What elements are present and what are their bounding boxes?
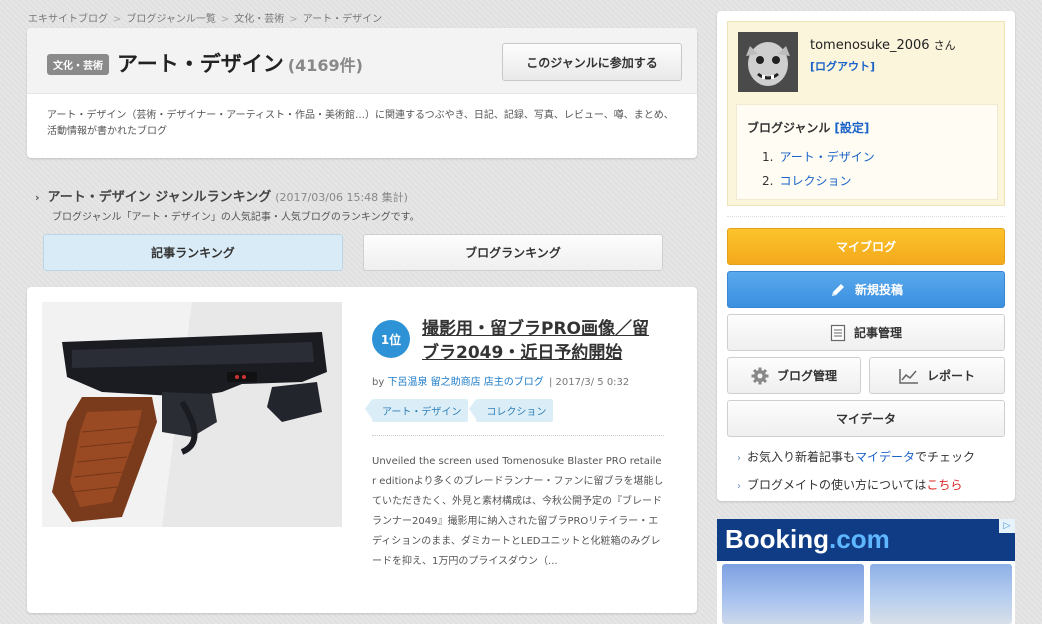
- article-thumbnail[interactable]: [42, 302, 342, 527]
- list-item: › お気入り新着記事もマイデータでチェック: [737, 444, 975, 472]
- pencil-icon: [831, 283, 844, 296]
- breadcrumb-item: アート・デザイン: [302, 14, 383, 25]
- tag-item[interactable]: コレクション: [469, 399, 554, 422]
- ranking-title: アート・デザイン ジャンルランキング: [47, 190, 272, 205]
- link-text: ブログメイトの使い方については: [747, 478, 927, 492]
- chevron-right-icon: ›: [737, 481, 741, 492]
- article-manage-label: 記事管理: [853, 326, 902, 340]
- genre-link-art-design[interactable]: アート・デザイン: [779, 150, 874, 164]
- report-button[interactable]: レポート: [869, 357, 1005, 394]
- list-number: 1.: [762, 150, 774, 164]
- divider: [727, 216, 1005, 217]
- ad-header: Booking.com ▷: [717, 519, 1015, 561]
- link-text: でチェック: [915, 450, 976, 464]
- article-card: 1位 撮影用・留ブラPRO画像／留ブラ2049・近日予約開始 by 下呂温泉 留…: [27, 287, 697, 613]
- logout-link[interactable]: [ログアウト]: [810, 58, 875, 74]
- here-link[interactable]: こちら: [926, 478, 962, 492]
- list-item: 2. コレクション: [762, 169, 875, 193]
- username: tomenosuke_2006 さん: [810, 37, 956, 53]
- breadcrumb: エキサイトブログ > ブログジャンル一覧 > 文化・芸術 > アート・デザイン: [28, 10, 382, 25]
- genre-count: (4169件): [287, 56, 363, 75]
- new-post-button[interactable]: 新規投稿: [727, 271, 1005, 308]
- blog-manage-label: ブログ管理: [776, 369, 837, 383]
- avatar-image: [738, 32, 798, 92]
- report-label: レポート: [926, 369, 975, 383]
- breadcrumb-item[interactable]: エキサイトブログ: [28, 14, 108, 25]
- logo-text: Booking: [725, 524, 829, 554]
- logo-com: com: [836, 524, 890, 554]
- genre-header: 文化・芸術 アート・デザイン (4169件) このジャンルに参加する: [27, 28, 697, 94]
- list-item: › ブログメイトの使い方についてはこちら: [737, 472, 975, 500]
- byline-by: by: [372, 377, 385, 388]
- ad-image[interactable]: [870, 564, 1012, 624]
- my-blog-button[interactable]: マイブログ: [727, 228, 1005, 265]
- list-number: 2.: [762, 174, 774, 188]
- adchoices-icon[interactable]: ▷: [999, 519, 1015, 533]
- username-text: tomenosuke_2006: [810, 38, 930, 53]
- join-genre-button[interactable]: このジャンルに参加する: [502, 43, 682, 81]
- blog-genre-panel: ブログジャンル [設定] 1. アート・デザイン 2. コレクション: [736, 104, 998, 200]
- genre-header-card: 文化・芸術 アート・デザイン (4169件) このジャンルに参加する アート・デザ…: [27, 28, 697, 158]
- genre-description: アート・デザイン（芸術・デザイナー・アーティスト・作品・美術館…）に関連するつぶ…: [47, 110, 674, 137]
- chevron-right-icon: >: [113, 14, 122, 25]
- blog-genre-list: 1. アート・デザイン 2. コレクション: [762, 145, 875, 193]
- genre-title-text: アート・デザイン: [117, 52, 284, 76]
- post-date: | 2017/3/ 5 0:32: [549, 377, 630, 388]
- honorific: さん: [933, 39, 956, 52]
- sidebar-links: › お気入り新着記事もマイデータでチェック › ブログメイトの使い方についてはこちら: [737, 444, 975, 500]
- breadcrumb-item[interactable]: 文化・芸術: [234, 14, 284, 25]
- ranking-date: (2017/03/06 15:48 集計): [275, 191, 408, 204]
- my-data-label: マイデータ: [835, 412, 896, 426]
- booking-logo: Booking.com: [725, 524, 890, 555]
- article-manage-button[interactable]: 記事管理: [727, 314, 1005, 351]
- my-blog-label: マイブログ: [835, 240, 896, 254]
- article-title-link[interactable]: 撮影用・留ブラPRO画像／留ブラ2049・近日予約開始: [422, 317, 662, 365]
- divider: [372, 435, 664, 436]
- tag-item[interactable]: アート・デザイン: [364, 399, 469, 422]
- avatar[interactable]: [738, 32, 798, 92]
- user-panel: tomenosuke_2006 さん [ログアウト] ブログジャンル [設定] 1.…: [727, 21, 1005, 206]
- chevron-right-icon: >: [289, 14, 298, 25]
- blaster-image: [42, 302, 342, 527]
- blog-genre-heading: ブログジャンル [設定]: [747, 119, 869, 136]
- document-icon: [830, 324, 846, 341]
- genre-link-collection[interactable]: コレクション: [779, 174, 851, 188]
- author-link[interactable]: 下呂温泉 留之助商店 店主のブログ: [387, 377, 543, 388]
- tag-list: アート・デザイン コレクション: [364, 399, 554, 422]
- breadcrumb-item[interactable]: ブログジャンル一覧: [126, 14, 216, 25]
- chevron-right-icon: ›: [737, 453, 741, 464]
- gear-icon: [751, 367, 769, 384]
- rank-badge: 1位: [372, 320, 410, 358]
- list-item: 1. アート・デザイン: [762, 145, 875, 169]
- blog-genre-title: ブログジャンル: [747, 121, 831, 135]
- my-data-button[interactable]: マイデータ: [727, 400, 1005, 437]
- tab-blog-ranking[interactable]: ブログランキング: [363, 234, 663, 271]
- mydata-link[interactable]: マイデータ: [855, 450, 915, 464]
- page-title: アート・デザイン (4169件): [117, 48, 363, 78]
- ranking-heading: › アート・デザイン ジャンルランキング (2017/03/06 15:48 集計): [35, 186, 408, 205]
- sidebar: tomenosuke_2006 さん [ログアウト] ブログジャンル [設定] 1.…: [717, 11, 1015, 501]
- article-byline: by 下呂温泉 留之助商店 店主のブログ | 2017/3/ 5 0:32: [372, 373, 629, 388]
- ad-image[interactable]: [722, 564, 864, 624]
- genre-settings-link[interactable]: [設定]: [834, 121, 869, 135]
- category-badge[interactable]: 文化・芸術: [47, 54, 109, 75]
- article-excerpt: Unveiled the screen used Tomenosuke Blas…: [372, 456, 664, 567]
- new-post-label: 新規投稿: [854, 283, 903, 297]
- link-text: お気入り新着記事も: [747, 450, 856, 464]
- blog-manage-button[interactable]: ブログ管理: [727, 357, 861, 394]
- ranking-subtitle: ブログジャンル「アート・デザイン」の人気記事・人気ブログのランキングです。: [52, 212, 420, 223]
- tab-article-ranking[interactable]: 記事ランキング: [43, 234, 343, 271]
- chevron-right-icon: ›: [35, 191, 40, 204]
- chevron-right-icon: >: [220, 14, 230, 25]
- booking-ad[interactable]: Booking.com ▷: [717, 519, 1015, 624]
- chart-icon: [899, 368, 918, 384]
